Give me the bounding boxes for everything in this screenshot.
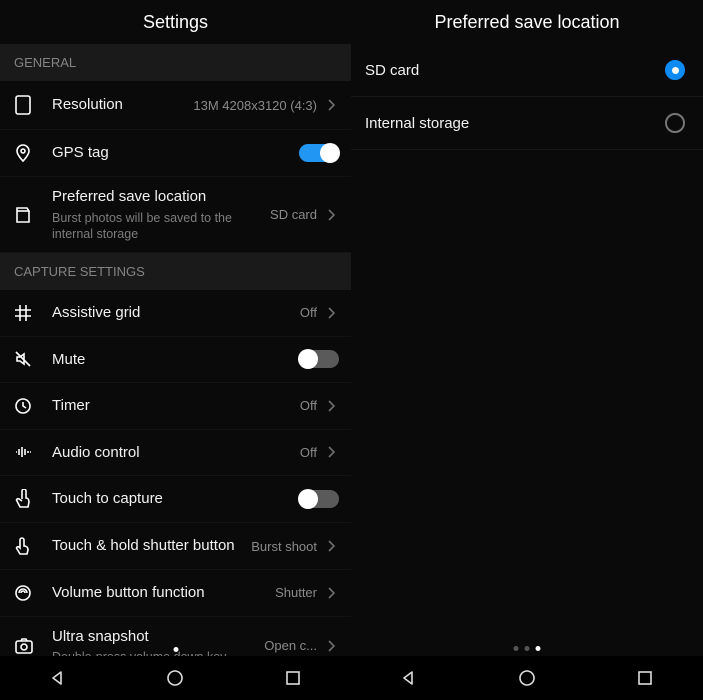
folder-icon xyxy=(14,205,52,225)
nav-back-icon[interactable] xyxy=(400,669,418,687)
volume-button-icon xyxy=(14,584,52,602)
volbtn-label: Volume button function xyxy=(52,583,275,603)
timer-label: Timer xyxy=(52,396,300,416)
hold-value: Burst shoot xyxy=(251,539,317,554)
mute-toggle[interactable] xyxy=(299,350,339,368)
grid-value: Off xyxy=(300,305,317,320)
option-internal-storage[interactable]: Internal storage xyxy=(351,97,703,150)
grid-icon xyxy=(14,304,52,322)
settings-panel: Settings GENERAL Resolution 13M 4208x312… xyxy=(0,0,351,700)
radio-unselected-icon[interactable] xyxy=(665,113,685,133)
internal-label: Internal storage xyxy=(365,115,469,132)
row-save-location[interactable]: Preferred save location Burst photos wil… xyxy=(0,177,351,253)
settings-list: GENERAL Resolution 13M 4208x3120 (4:3) G… xyxy=(0,44,351,700)
chevron-right-icon xyxy=(323,98,339,112)
chevron-right-icon xyxy=(323,306,339,320)
volbtn-value: Shutter xyxy=(275,585,317,600)
save-location-sub: Burst photos will be saved to the intern… xyxy=(52,210,270,243)
row-mute[interactable]: Mute xyxy=(0,337,351,384)
touch-label: Touch to capture xyxy=(52,489,299,509)
save-location-panel: Preferred save location SD card Internal… xyxy=(351,0,703,700)
hold-label: Touch & hold shutter button xyxy=(52,536,251,556)
audio-label: Audio control xyxy=(52,443,300,463)
row-touch-capture[interactable]: Touch to capture xyxy=(0,476,351,523)
nav-recent-icon[interactable] xyxy=(636,669,654,687)
mute-icon xyxy=(14,350,52,368)
chevron-right-icon xyxy=(323,539,339,553)
gps-label: GPS tag xyxy=(52,143,299,163)
audio-value: Off xyxy=(300,445,317,460)
nav-bar xyxy=(351,656,703,700)
row-assistive-grid[interactable]: Assistive grid Off xyxy=(0,290,351,337)
hold-shutter-icon xyxy=(14,536,52,556)
chevron-right-icon xyxy=(323,586,339,600)
option-sd-card[interactable]: SD card xyxy=(351,44,703,97)
chevron-right-icon xyxy=(323,399,339,413)
resolution-icon xyxy=(14,94,52,116)
touch-icon xyxy=(14,489,52,509)
section-capture: CAPTURE SETTINGS xyxy=(0,253,351,290)
chevron-right-icon xyxy=(323,445,339,459)
row-timer[interactable]: Timer Off xyxy=(0,383,351,430)
resolution-label: Resolution xyxy=(52,95,193,115)
grid-label: Assistive grid xyxy=(52,303,300,323)
sd-card-label: SD card xyxy=(365,62,419,79)
row-resolution[interactable]: Resolution 13M 4208x3120 (4:3) xyxy=(0,81,351,130)
ultra-label: Ultra snapshot xyxy=(52,627,264,647)
save-location-value: SD card xyxy=(270,207,317,222)
mute-label: Mute xyxy=(52,350,299,370)
nav-home-icon[interactable] xyxy=(165,668,185,688)
section-general: GENERAL xyxy=(0,44,351,81)
timer-value: Off xyxy=(300,398,317,413)
nav-recent-icon[interactable] xyxy=(284,669,302,687)
row-volume-button[interactable]: Volume button function Shutter xyxy=(0,570,351,617)
page-indicator xyxy=(514,646,541,651)
header-title: Preferred save location xyxy=(351,0,703,44)
nav-back-icon[interactable] xyxy=(49,669,67,687)
radio-selected-icon[interactable] xyxy=(665,60,685,80)
timer-icon xyxy=(14,397,52,415)
camera-snapshot-icon xyxy=(14,637,52,655)
row-audio-control[interactable]: Audio control Off xyxy=(0,430,351,477)
nav-bar xyxy=(0,656,351,700)
location-pin-icon xyxy=(14,143,52,163)
row-gps-tag[interactable]: GPS tag xyxy=(0,130,351,177)
nav-home-icon[interactable] xyxy=(517,668,537,688)
chevron-right-icon xyxy=(323,639,339,653)
gps-toggle[interactable] xyxy=(299,144,339,162)
audio-waveform-icon xyxy=(14,443,52,461)
save-location-label: Preferred save location xyxy=(52,187,270,207)
ultra-value: Open c... xyxy=(264,638,317,653)
resolution-value: 13M 4208x3120 (4:3) xyxy=(193,98,317,113)
row-hold-shutter[interactable]: Touch & hold shutter button Burst shoot xyxy=(0,523,351,570)
page-indicator xyxy=(173,647,178,652)
touch-toggle[interactable] xyxy=(299,490,339,508)
chevron-right-icon xyxy=(323,208,339,222)
header-title: Settings xyxy=(0,0,351,44)
